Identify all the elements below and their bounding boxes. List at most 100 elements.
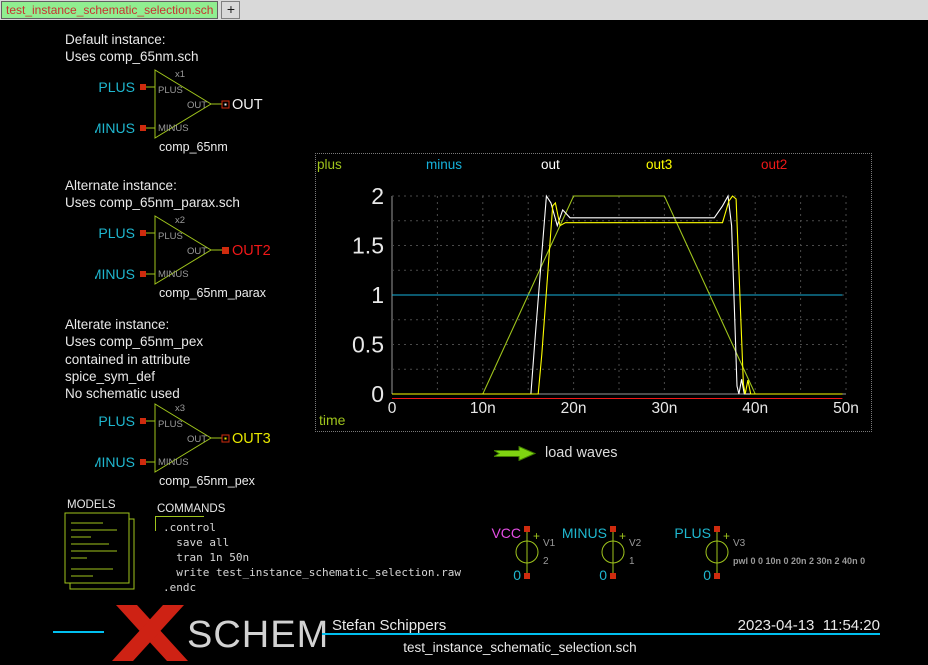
footer-author: Stefan Schippers: [332, 617, 446, 634]
minus-pin[interactable]: [140, 125, 146, 131]
legend-item-out3[interactable]: out3: [646, 157, 672, 172]
source-net-label[interactable]: VCC: [491, 525, 521, 541]
instance-note-line: Alternate instance:: [65, 177, 240, 194]
source-name: V3: [733, 538, 746, 549]
plus-net-label[interactable]: PLUS: [98, 225, 135, 241]
symbol-name: comp_65nm: [159, 140, 228, 154]
models-icon[interactable]: [63, 511, 149, 597]
instance-designator: x3: [175, 403, 185, 414]
legend-item-plus[interactable]: plus: [317, 157, 342, 172]
instance-designator: x1: [175, 69, 185, 80]
legend-item-minus[interactable]: minus: [426, 157, 462, 172]
inner-out-label: OUT: [187, 246, 207, 257]
comparator-symbol-x2[interactable]: PLUS MINUS PLUS MINUS OUT x2 OUT2 comp_65nm_par…: [95, 211, 295, 303]
inner-out-label: OUT: [187, 434, 207, 445]
instance-designator: x2: [175, 215, 185, 226]
source-gnd-label[interactable]: 0: [599, 567, 607, 583]
comparator-symbol-x3[interactable]: PLUSMINUSPLUSMINUSOUTx3OUT3comp_65nm_pex: [95, 399, 295, 491]
footer-divider-left: [53, 631, 104, 633]
voltage-source-V3[interactable]: + PLUS 0 V3 pwl 0 0 10n 0 20n 2 30n 2 40n 0: [667, 524, 927, 588]
inner-out-label: OUT: [187, 100, 207, 111]
plus-net-label[interactable]: PLUS: [98, 413, 135, 429]
arrow-shape: [494, 446, 535, 460]
instance-note-pex: Alterate instance:Uses comp_65nm_pexcont…: [65, 316, 203, 402]
inner-plus-label: PLUS: [158, 231, 183, 242]
source-gnd-label[interactable]: 0: [703, 567, 711, 583]
source-plus-pin: [714, 526, 720, 532]
plus-pin[interactable]: [140, 84, 146, 90]
out-net-label[interactable]: OUT: [232, 97, 263, 113]
voltage-source-V2[interactable]: + MINUS 0 V2 1: [563, 524, 823, 588]
source-minus-pin: [610, 573, 616, 579]
symbol-name: comp_65nm_parax: [159, 286, 267, 300]
out-pin-center: [225, 104, 227, 106]
footer-datetime: 2023-04-13 11:54:20: [738, 617, 880, 634]
instance-note-line: Alterate instance:: [65, 316, 203, 333]
instance-note-line: Uses comp_65nm_pex: [65, 333, 203, 350]
comparator-symbol-x1[interactable]: PLUS MINUS PLUS MINUS OUT x1 OUT comp_65nm: [95, 65, 295, 157]
source-name: V1: [543, 538, 556, 549]
plus-net-label[interactable]: PLUS: [98, 79, 135, 95]
source-net-label[interactable]: PLUS: [674, 525, 711, 541]
instance-note-line: contained in attribute: [65, 351, 203, 368]
comparator-x1: PLUS MINUS PLUS MINUS OUT x1 OUT comp_65nm: [95, 65, 295, 157]
y-tick-label: 0.5: [352, 332, 384, 358]
source-gnd-label[interactable]: 0: [513, 567, 521, 583]
instance-note-line: Uses comp_65nm.sch: [65, 48, 199, 65]
new-tab-button[interactable]: +: [221, 1, 240, 19]
x-tick-label: 0: [388, 400, 397, 417]
waveform-plot: 00.511.52010n20n30n40n50n: [316, 154, 873, 433]
tab-current[interactable]: test_instance_schematic_selection.sch: [1, 1, 218, 19]
xschem-logo-x-icon: [112, 605, 188, 661]
source-name: V2: [629, 538, 642, 549]
source-value: pwl 0 0 10n 0 20n 2 30n 2 40n 0: [733, 556, 865, 566]
plus-pin[interactable]: [140, 418, 146, 424]
voltage-source-V1[interactable]: +VCC0V12: [477, 524, 737, 588]
x-tick-label: 10n: [470, 400, 496, 417]
spice-commands[interactable]: .control save all tran 1n 50n write test…: [163, 520, 461, 595]
inner-minus-label: MINUS: [158, 123, 189, 134]
commands-label: COMMANDS: [157, 503, 225, 515]
instance-note-line: Default instance:: [65, 31, 199, 48]
source-body: [516, 541, 538, 563]
load-waves-launcher[interactable]: load waves: [494, 445, 618, 461]
legend-item-out2[interactable]: out2: [761, 157, 787, 172]
minus-pin[interactable]: [140, 271, 146, 277]
source-value: 1: [629, 556, 635, 567]
instance-note-default: Default instance:Uses comp_65nm.sch: [65, 31, 199, 66]
minus-net-label[interactable]: MINUS: [95, 266, 135, 282]
schematic-canvas[interactable]: Default instance:Uses comp_65nm.sch PLUS…: [0, 20, 928, 665]
minus-net-label[interactable]: MINUS: [95, 120, 135, 136]
minus-net-label[interactable]: MINUS: [95, 454, 135, 470]
inner-plus-label: PLUS: [158, 85, 183, 96]
x-tick-label: 50n: [833, 400, 859, 417]
instance-note-line: Uses comp_65nm_parax.sch: [65, 194, 240, 211]
inner-plus-label: PLUS: [158, 419, 183, 430]
instance-note-line: spice_sym_def: [65, 368, 203, 385]
xschem-logo-text: SCHEM: [187, 614, 329, 657]
x-tick-label: 20n: [561, 400, 587, 417]
out-pin-center: [225, 438, 227, 440]
legend-item-out[interactable]: out: [541, 157, 560, 172]
out-net-label[interactable]: OUT3: [232, 431, 271, 447]
instance-note-alternate: Alternate instance:Uses comp_65nm_parax.…: [65, 177, 240, 212]
models-label: MODELS: [67, 499, 116, 511]
symbol-name: comp_65nm_pex: [159, 474, 256, 488]
x-tick-label: 40n: [742, 400, 768, 417]
out-pin[interactable]: [222, 247, 229, 254]
source-plus-sign: +: [723, 529, 730, 543]
y-tick-label: 0: [371, 381, 384, 407]
y-tick-label: 1: [371, 282, 384, 308]
plus-pin[interactable]: [140, 230, 146, 236]
comparator-x3: PLUSMINUSPLUSMINUSOUTx3OUT3comp_65nm_pex: [95, 399, 295, 491]
minus-pin[interactable]: [140, 459, 146, 465]
source-body: [602, 541, 624, 563]
footer-filename: test_instance_schematic_selection.sch: [315, 640, 725, 655]
inner-minus-label: MINUS: [158, 269, 189, 280]
x-tick-label: 30n: [651, 400, 677, 417]
source-net-label[interactable]: MINUS: [562, 525, 607, 541]
out-net-label[interactable]: OUT2: [232, 243, 271, 259]
y-tick-label: 1.5: [352, 233, 384, 259]
source-plus-pin: [610, 526, 616, 532]
waveform-graph[interactable]: 00.511.52010n20n30n40n50n plusminusoutou…: [315, 153, 872, 432]
